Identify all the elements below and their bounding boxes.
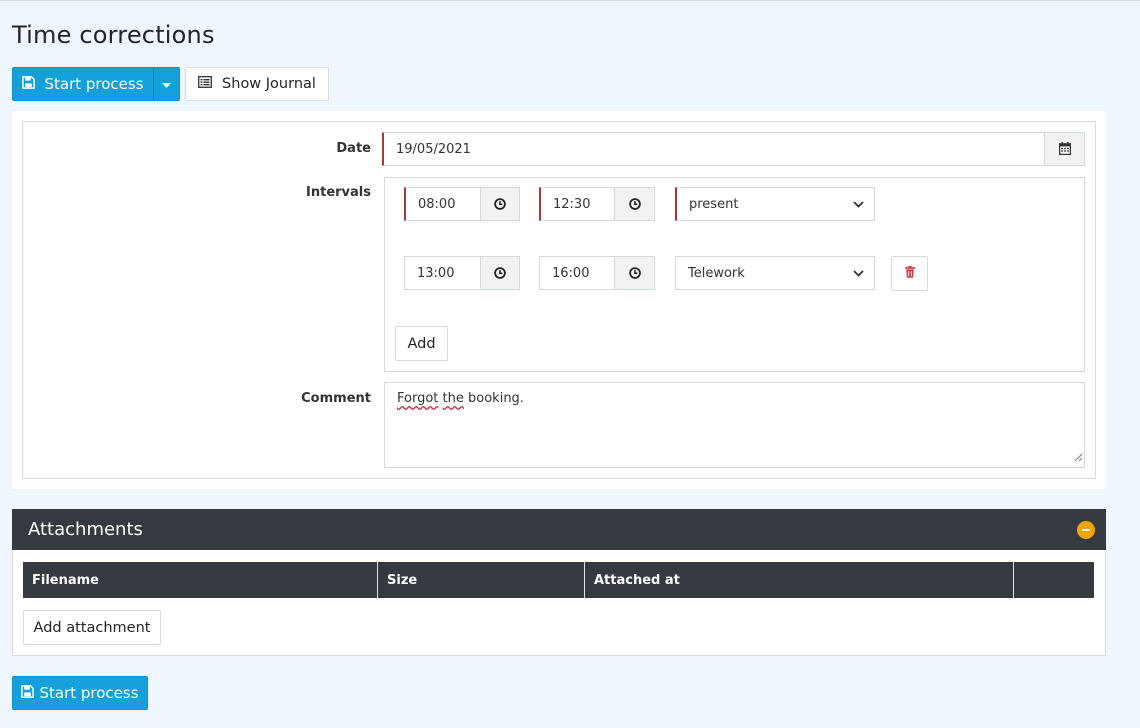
attachments-title: Attachments	[28, 519, 143, 540]
footer-start-process-button[interactable]: Start process	[12, 676, 148, 710]
save-icon	[22, 75, 36, 93]
col-actions	[1014, 562, 1094, 598]
col-filename[interactable]: Filename	[23, 562, 378, 598]
save-icon	[21, 684, 35, 702]
date-picker-button[interactable]	[1044, 132, 1085, 166]
add-attachment-button[interactable]: Add attachment	[23, 610, 161, 645]
attachments-table-header: Filename Size Attached at	[23, 562, 1094, 598]
comment-label: Comment	[301, 391, 371, 406]
interval-2-type-select[interactable]: Telework	[675, 256, 875, 290]
footer-start-process-label: Start process	[39, 684, 139, 702]
interval-1-to-input[interactable]: 12:30	[539, 187, 616, 221]
attachments-header: Attachments	[12, 509, 1106, 550]
interval-2-from-clock-button[interactable]	[480, 256, 520, 290]
interval-2-from-input[interactable]: 13:00	[404, 256, 481, 290]
comment-word-1: Forgot	[397, 391, 439, 406]
clock-icon	[494, 264, 506, 283]
start-process-button[interactable]: Start process	[12, 67, 154, 101]
collapse-icon[interactable]	[1077, 521, 1095, 543]
date-input[interactable]: 19/05/2021	[382, 132, 1045, 166]
interval-1-type-value: present	[689, 196, 739, 212]
comment-textarea[interactable]: Forgot the booking.	[384, 382, 1085, 468]
page-title: Time corrections	[12, 21, 215, 49]
clock-icon	[494, 195, 506, 214]
chevron-down-icon	[853, 266, 864, 281]
show-journal-label: Show Journal	[222, 76, 316, 92]
interval-2-type-value: Telework	[688, 265, 745, 281]
interval-1-to-clock-button[interactable]	[614, 187, 655, 221]
col-size[interactable]: Size	[378, 562, 585, 598]
date-label: Date	[336, 141, 371, 156]
interval-2-delete-button[interactable]	[891, 256, 928, 291]
start-process-label: Start process	[44, 75, 144, 93]
caret-down-icon	[162, 75, 171, 93]
interval-1-type-select[interactable]: present	[675, 187, 875, 221]
add-interval-button[interactable]: Add	[395, 326, 448, 361]
intervals-label: Intervals	[306, 185, 371, 200]
start-process-dropdown-toggle[interactable]	[153, 67, 180, 101]
calendar-icon	[1058, 140, 1071, 159]
journal-icon	[198, 76, 212, 92]
clock-icon	[628, 264, 641, 283]
comment-word-2: the	[442, 391, 464, 406]
interval-2-to-clock-button[interactable]	[614, 256, 655, 290]
comment-rest: booking.	[468, 391, 524, 406]
clock-icon	[628, 195, 641, 214]
resize-handle-icon[interactable]	[1074, 450, 1083, 465]
trash-icon	[904, 265, 915, 282]
interval-1-from-clock-button[interactable]	[480, 187, 520, 221]
show-journal-button[interactable]: Show Journal	[185, 67, 329, 101]
interval-1-from-input[interactable]: 08:00	[404, 187, 481, 221]
chevron-down-icon	[853, 197, 864, 212]
col-attached-at[interactable]: Attached at	[585, 562, 1014, 598]
interval-2-to-input[interactable]: 16:00	[539, 256, 616, 290]
